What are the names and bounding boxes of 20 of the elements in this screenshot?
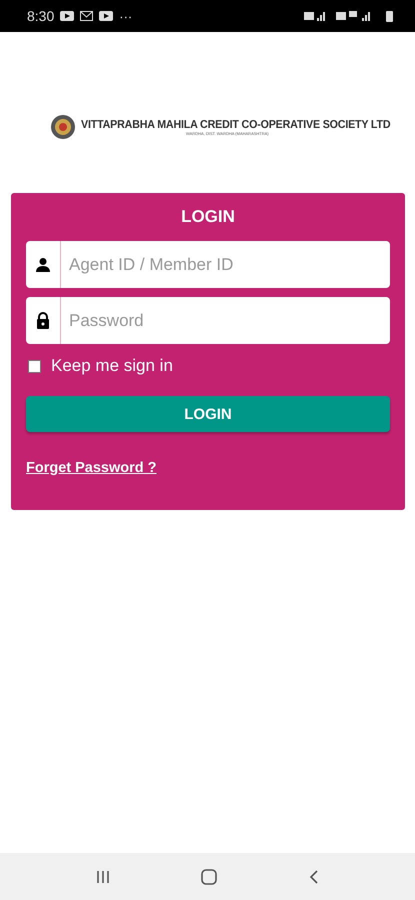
- login-title: LOGIN: [180, 207, 236, 227]
- lock-icon: [36, 312, 50, 329]
- login-button[interactable]: LOGIN: [26, 396, 390, 432]
- id-field[interactable]: Agent ID / Member ID: [60, 241, 390, 288]
- keep-signed-in-label[interactable]: Keep me sign in: [51, 356, 173, 376]
- emblem-logo: [51, 115, 75, 139]
- video-app-icon: [60, 11, 74, 21]
- mail-icon: [80, 11, 94, 21]
- video-app-icon: [99, 11, 114, 21]
- forgot-password-link[interactable]: Forget Password ?: [26, 460, 157, 476]
- recent-apps-icon[interactable]: [94, 868, 111, 884]
- password-field[interactable]: Password: [60, 297, 390, 344]
- battery-icon: [386, 10, 393, 22]
- more-notifications: ···: [119, 8, 132, 24]
- person-icon: [35, 256, 51, 272]
- back-icon[interactable]: [308, 868, 320, 884]
- society-name: VITTAPRABHA MAHILA CREDIT CO-OPERATIVE SOCIETY LTD: [81, 118, 390, 130]
- clock: 8:30: [27, 8, 54, 24]
- checkbox[interactable]: [28, 360, 41, 372]
- home-icon[interactable]: [200, 868, 218, 886]
